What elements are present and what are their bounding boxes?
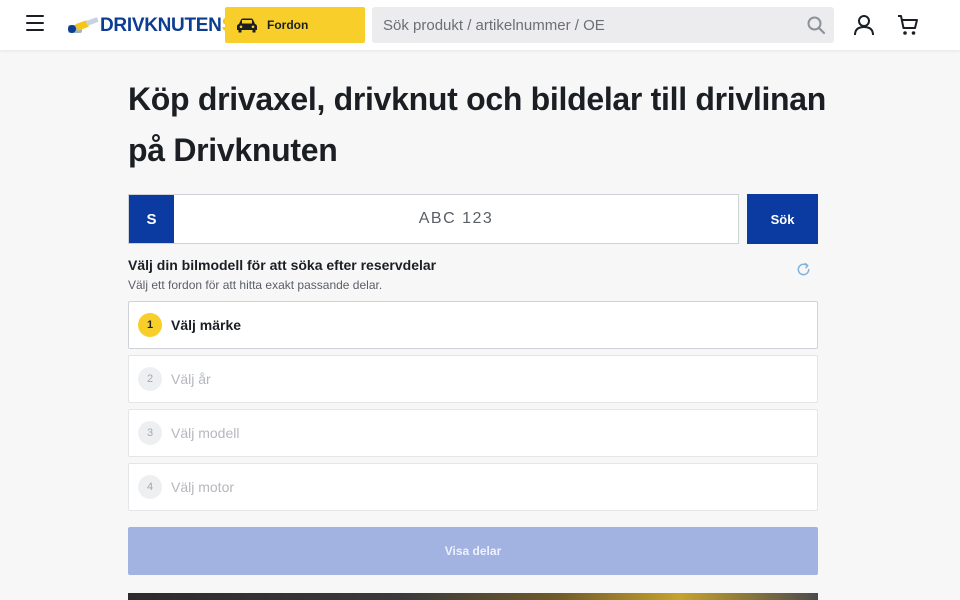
car-icon bbox=[237, 18, 257, 33]
step-label: Välj motor bbox=[171, 479, 235, 495]
step-select-engine[interactable]: 4 Välj motor bbox=[128, 463, 818, 511]
license-plate-input[interactable] bbox=[174, 195, 738, 243]
step-number-badge: 2 bbox=[138, 367, 162, 391]
hero-banner-image bbox=[128, 593, 818, 600]
step-number-badge: 3 bbox=[138, 421, 162, 445]
step-label: Välj modell bbox=[171, 425, 240, 441]
step-select-model[interactable]: 3 Välj modell bbox=[128, 409, 818, 457]
license-plate-field: S bbox=[128, 194, 739, 244]
search-input[interactable] bbox=[372, 7, 806, 43]
vehicle-button[interactable]: Fordon bbox=[225, 7, 365, 43]
site-header: DRIVKNUTENSE Fordon bbox=[0, 0, 960, 50]
refresh-icon[interactable] bbox=[795, 261, 812, 278]
show-parts-button[interactable]: Visa delar bbox=[128, 527, 818, 575]
user-icon[interactable] bbox=[852, 13, 876, 37]
cart-icon[interactable] bbox=[896, 13, 920, 37]
search-icon[interactable] bbox=[806, 15, 826, 35]
vehicle-selector-title: Välj din bilmodell för att söka efter re… bbox=[128, 257, 437, 273]
vehicle-button-label: Fordon bbox=[267, 18, 309, 32]
hamburger-menu-icon[interactable] bbox=[26, 15, 48, 35]
drive-shaft-logo-icon bbox=[68, 17, 99, 33]
step-number-badge: 4 bbox=[138, 475, 162, 499]
plate-search-button[interactable]: Sök bbox=[747, 194, 818, 244]
step-select-year[interactable]: 2 Välj år bbox=[128, 355, 818, 403]
step-label: Välj år bbox=[171, 371, 211, 387]
site-logo[interactable]: DRIVKNUTENSE bbox=[66, 11, 247, 39]
page-title: Köp drivaxel, drivknut och bildelar till… bbox=[128, 81, 827, 168]
step-label: Välj märke bbox=[171, 317, 242, 333]
step-number-badge: 1 bbox=[138, 313, 162, 337]
step-select-brand[interactable]: 1 Välj märke bbox=[128, 301, 818, 349]
plate-country-code: S bbox=[129, 195, 174, 243]
vehicle-selector-subtitle: Välj ett fordon för att hitta exakt pass… bbox=[128, 278, 383, 292]
search-bar bbox=[372, 7, 834, 43]
